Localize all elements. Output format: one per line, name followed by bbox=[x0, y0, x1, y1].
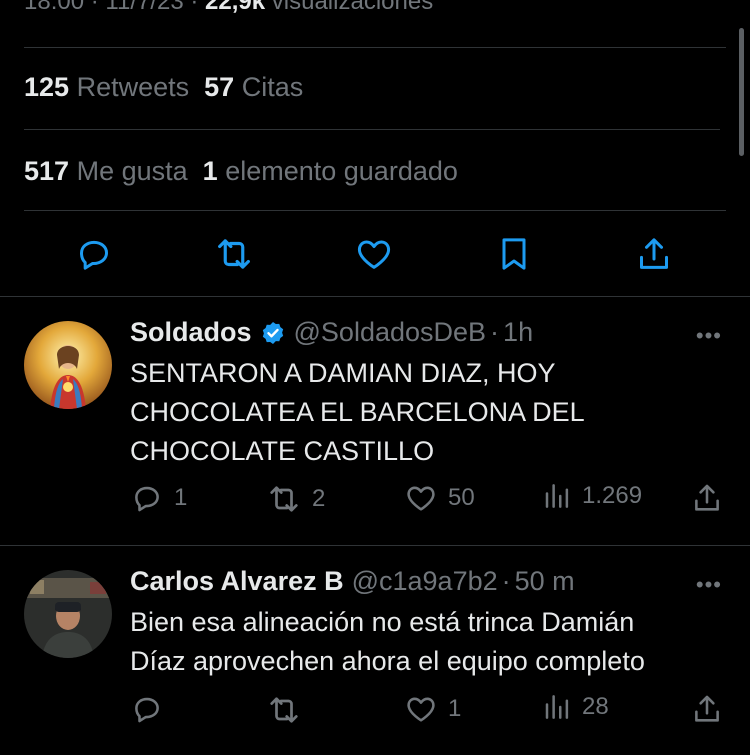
share-icon bbox=[640, 238, 668, 269]
bookmark-icon bbox=[502, 238, 526, 270]
reply-text: Bien esa alineación no está trinca Damiá… bbox=[130, 603, 730, 681]
author-name[interactable]: Soldados bbox=[130, 317, 252, 348]
reply-actions: 1 2 50 1.269 bbox=[0, 481, 750, 521]
author-handle[interactable]: @SoldadosDeB bbox=[294, 317, 487, 348]
reply-button[interactable]: 1 bbox=[130, 481, 187, 515]
retweets-label: Retweets bbox=[76, 72, 190, 102]
bookmarks-count: 1 bbox=[202, 156, 218, 186]
like-button[interactable]: 50 bbox=[404, 481, 475, 515]
heart-icon bbox=[407, 697, 435, 722]
view-count: 1.269 bbox=[582, 482, 643, 509]
tweet-action-bar bbox=[0, 232, 750, 280]
retweet-button[interactable]: 2 bbox=[266, 481, 325, 517]
reply-text-line: Bien esa alineación no está trinca Damiá… bbox=[130, 607, 635, 637]
meta-separator: · bbox=[190, 0, 199, 15]
retweet-icon bbox=[218, 239, 250, 269]
retweet-icon bbox=[270, 697, 298, 723]
divider bbox=[24, 47, 726, 48]
reply-time[interactable]: 50 m bbox=[515, 566, 575, 597]
reply-text: SENTARON A DAMIAN DIAZ, HOY CHOCOLATEA E… bbox=[130, 354, 730, 471]
likes-label: Me gusta bbox=[76, 156, 188, 186]
share-button[interactable] bbox=[690, 481, 724, 515]
share-button[interactable] bbox=[690, 692, 724, 726]
reply-header: Carlos Alvarez B @c1a9a7b2 · 50 m bbox=[130, 566, 575, 597]
heart-icon bbox=[357, 240, 391, 269]
tweet-time: 18:00 bbox=[24, 0, 85, 15]
views-icon bbox=[545, 695, 569, 719]
retweets-stat[interactable]: 125 Retweets bbox=[24, 72, 189, 102]
like-button[interactable]: 1 bbox=[404, 692, 461, 726]
divider bbox=[24, 210, 726, 211]
more-options-icon[interactable]: ••• bbox=[696, 572, 722, 598]
share-button[interactable] bbox=[632, 232, 676, 276]
views-button[interactable]: 28 bbox=[542, 692, 609, 722]
bookmarks-stat[interactable]: 1 elemento guardado bbox=[203, 156, 458, 186]
retweets-count: 125 bbox=[24, 72, 70, 102]
share-icon bbox=[695, 484, 719, 511]
reply-tweet[interactable]: Soldados @SoldadosDeB · 1h ••• SENTARON … bbox=[0, 297, 750, 545]
retweet-icon bbox=[270, 486, 298, 512]
reply-time[interactable]: 1h bbox=[503, 317, 533, 348]
reply-tweet[interactable]: Carlos Alvarez B @c1a9a7b2 · 50 m ••• Bi… bbox=[0, 546, 750, 755]
retweet-count: 2 bbox=[312, 485, 326, 512]
author-handle[interactable]: @c1a9a7b2 bbox=[352, 566, 498, 597]
views-button[interactable]: 1.269 bbox=[542, 481, 642, 511]
reply-button[interactable] bbox=[72, 232, 116, 276]
bookmark-button[interactable] bbox=[492, 232, 536, 276]
retweet-button[interactable] bbox=[212, 232, 256, 276]
tweet-meta: 18:00 · 11/7/23 · 22,9k visualizaciones bbox=[24, 0, 433, 16]
tweet-date: 11/7/23 bbox=[105, 0, 184, 15]
meta-separator: · bbox=[501, 566, 511, 596]
heart-icon bbox=[407, 486, 435, 511]
quotes-stat[interactable]: 57 Citas bbox=[204, 72, 303, 102]
meta-separator: · bbox=[90, 0, 99, 15]
tweet-views-label: visualizaciones bbox=[271, 0, 434, 15]
retweet-button[interactable] bbox=[266, 692, 312, 728]
reply-text-line: CHOCOLATEA EL BARCELONA DEL bbox=[130, 397, 585, 427]
quotes-label: Citas bbox=[241, 72, 304, 102]
view-count: 28 bbox=[582, 693, 609, 720]
like-button[interactable] bbox=[352, 232, 396, 276]
meta-separator: · bbox=[490, 317, 500, 347]
share-icon bbox=[695, 695, 719, 722]
quotes-count: 57 bbox=[204, 72, 235, 102]
reply-text-line: Díaz aprovechen ahora el equipo completo bbox=[130, 646, 645, 676]
reply-text-line: SENTARON A DAMIAN DIAZ, HOY bbox=[130, 358, 556, 388]
reply-header: Soldados @SoldadosDeB · 1h bbox=[130, 317, 533, 348]
likes-count: 517 bbox=[24, 156, 70, 186]
scrollbar[interactable] bbox=[739, 28, 744, 156]
reply-icon bbox=[80, 240, 108, 270]
tweet-views-count: 22,9k bbox=[205, 0, 266, 15]
more-options-icon[interactable]: ••• bbox=[696, 323, 722, 349]
like-count: 50 bbox=[448, 484, 475, 511]
avatar[interactable] bbox=[24, 570, 112, 658]
reply-icon bbox=[135, 486, 159, 512]
divider bbox=[24, 129, 720, 130]
reply-text-line: CHOCOLATE CASTILLO bbox=[130, 436, 435, 466]
stats-row-retweets: 125 Retweets 57 Citas bbox=[24, 72, 303, 103]
avatar[interactable] bbox=[24, 321, 112, 409]
like-count: 1 bbox=[448, 695, 462, 722]
reply-count: 1 bbox=[174, 484, 188, 511]
stats-row-likes: 517 Me gusta 1 elemento guardado bbox=[24, 156, 458, 187]
bookmarks-label: elemento guardado bbox=[225, 156, 458, 186]
views-icon bbox=[545, 484, 569, 508]
reply-icon bbox=[135, 697, 159, 723]
reply-button[interactable] bbox=[130, 692, 174, 726]
reply-actions: 1 28 bbox=[0, 692, 750, 732]
verified-badge-icon bbox=[262, 321, 283, 344]
author-name[interactable]: Carlos Alvarez B bbox=[130, 566, 344, 597]
likes-stat[interactable]: 517 Me gusta bbox=[24, 156, 188, 186]
